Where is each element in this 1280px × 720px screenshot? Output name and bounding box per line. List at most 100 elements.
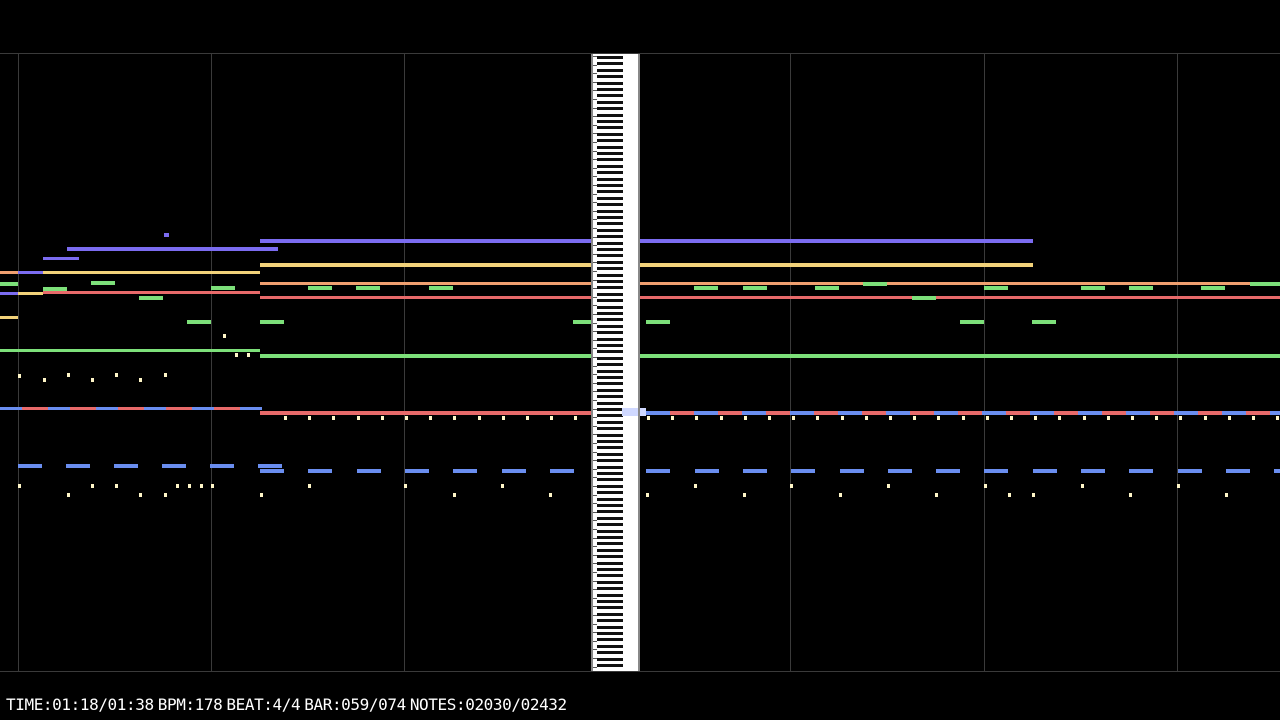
black-key (597, 254, 623, 257)
note-bar (863, 282, 887, 286)
note-dot (1155, 416, 1158, 420)
note-dot (308, 416, 311, 420)
black-key (597, 357, 623, 360)
note-bar (1126, 411, 1150, 415)
note-bar (502, 469, 526, 473)
note-dot (91, 378, 94, 382)
note-bar (695, 469, 719, 473)
black-key (597, 389, 623, 392)
note-dot (404, 484, 407, 488)
black-key (597, 101, 623, 104)
black-key (597, 146, 623, 149)
note-bar (308, 286, 332, 290)
black-key (597, 133, 623, 136)
black-key (597, 510, 623, 513)
black-key (597, 139, 623, 142)
note-dot (260, 493, 263, 497)
note-bar (1129, 286, 1153, 290)
black-key (597, 395, 623, 398)
note-dot (1034, 416, 1037, 420)
note-bar (912, 296, 936, 300)
black-key (597, 594, 623, 597)
note-bar (260, 320, 284, 324)
note-bar (258, 464, 282, 468)
black-key (597, 498, 623, 501)
note-dot (188, 484, 191, 488)
black-key (597, 421, 623, 424)
note-bar (791, 469, 815, 473)
note-dot (1276, 416, 1279, 420)
note-dot (1008, 493, 1011, 497)
black-key (597, 472, 623, 475)
black-key (597, 606, 623, 609)
black-key (597, 216, 623, 219)
black-key (597, 402, 623, 405)
note-dot (984, 484, 987, 488)
keyboard-edge (638, 54, 640, 671)
note-bar (0, 282, 18, 286)
note-bar (114, 464, 138, 468)
note-dot (139, 493, 142, 497)
note-bar (1222, 411, 1246, 415)
note-bar (356, 286, 380, 290)
note-bar (984, 286, 1008, 290)
note-bar (96, 407, 118, 410)
note-bar (646, 469, 670, 473)
note-dot (91, 484, 94, 488)
note-dot (115, 373, 118, 377)
note-bar (43, 257, 79, 260)
grid-top-line (0, 53, 1280, 54)
black-key (597, 626, 623, 629)
note-bar (1226, 469, 1250, 473)
note-dot (501, 484, 504, 488)
note-bar (91, 281, 115, 285)
note-dot (332, 416, 335, 420)
note-bar (838, 411, 862, 415)
note-bar (0, 349, 260, 352)
piano-roll-visualizer (0, 53, 1280, 672)
note-dot (381, 416, 384, 420)
note-bar (260, 239, 1033, 243)
note-bar (260, 296, 1280, 299)
note-dot (235, 353, 238, 357)
note-dot (937, 416, 940, 420)
note-dot (865, 416, 868, 420)
black-key (597, 446, 623, 449)
note-dot (768, 416, 771, 420)
note-bar (646, 320, 670, 324)
bar-line (18, 53, 19, 671)
black-key (597, 549, 623, 552)
black-key (597, 523, 623, 526)
note-dot (887, 484, 890, 488)
black-key (597, 453, 623, 456)
note-dot (1131, 416, 1134, 420)
black-key (597, 350, 623, 353)
black-key (597, 568, 623, 571)
note-bar (405, 469, 429, 473)
black-key (597, 222, 623, 225)
bar-line (790, 53, 791, 671)
note-bar (240, 407, 262, 410)
note-dot (574, 416, 577, 420)
black-key (597, 94, 623, 97)
note-dot (720, 416, 723, 420)
black-key (597, 190, 623, 193)
note-bar (18, 271, 43, 274)
black-key (597, 581, 623, 584)
note-dot (816, 416, 819, 420)
note-bar (187, 320, 211, 324)
note-bar (1081, 286, 1105, 290)
note-dot (1252, 416, 1255, 420)
note-bar (66, 464, 90, 468)
black-key (597, 651, 623, 654)
black-key (597, 344, 623, 347)
note-dot (164, 493, 167, 497)
black-key (597, 242, 623, 245)
black-key (597, 440, 623, 443)
black-key (597, 306, 623, 309)
black-key (597, 459, 623, 462)
note-dot (792, 416, 795, 420)
bpm-readout: BPM:178 (157, 695, 223, 714)
note-bar (888, 469, 912, 473)
note-dot (164, 373, 167, 377)
